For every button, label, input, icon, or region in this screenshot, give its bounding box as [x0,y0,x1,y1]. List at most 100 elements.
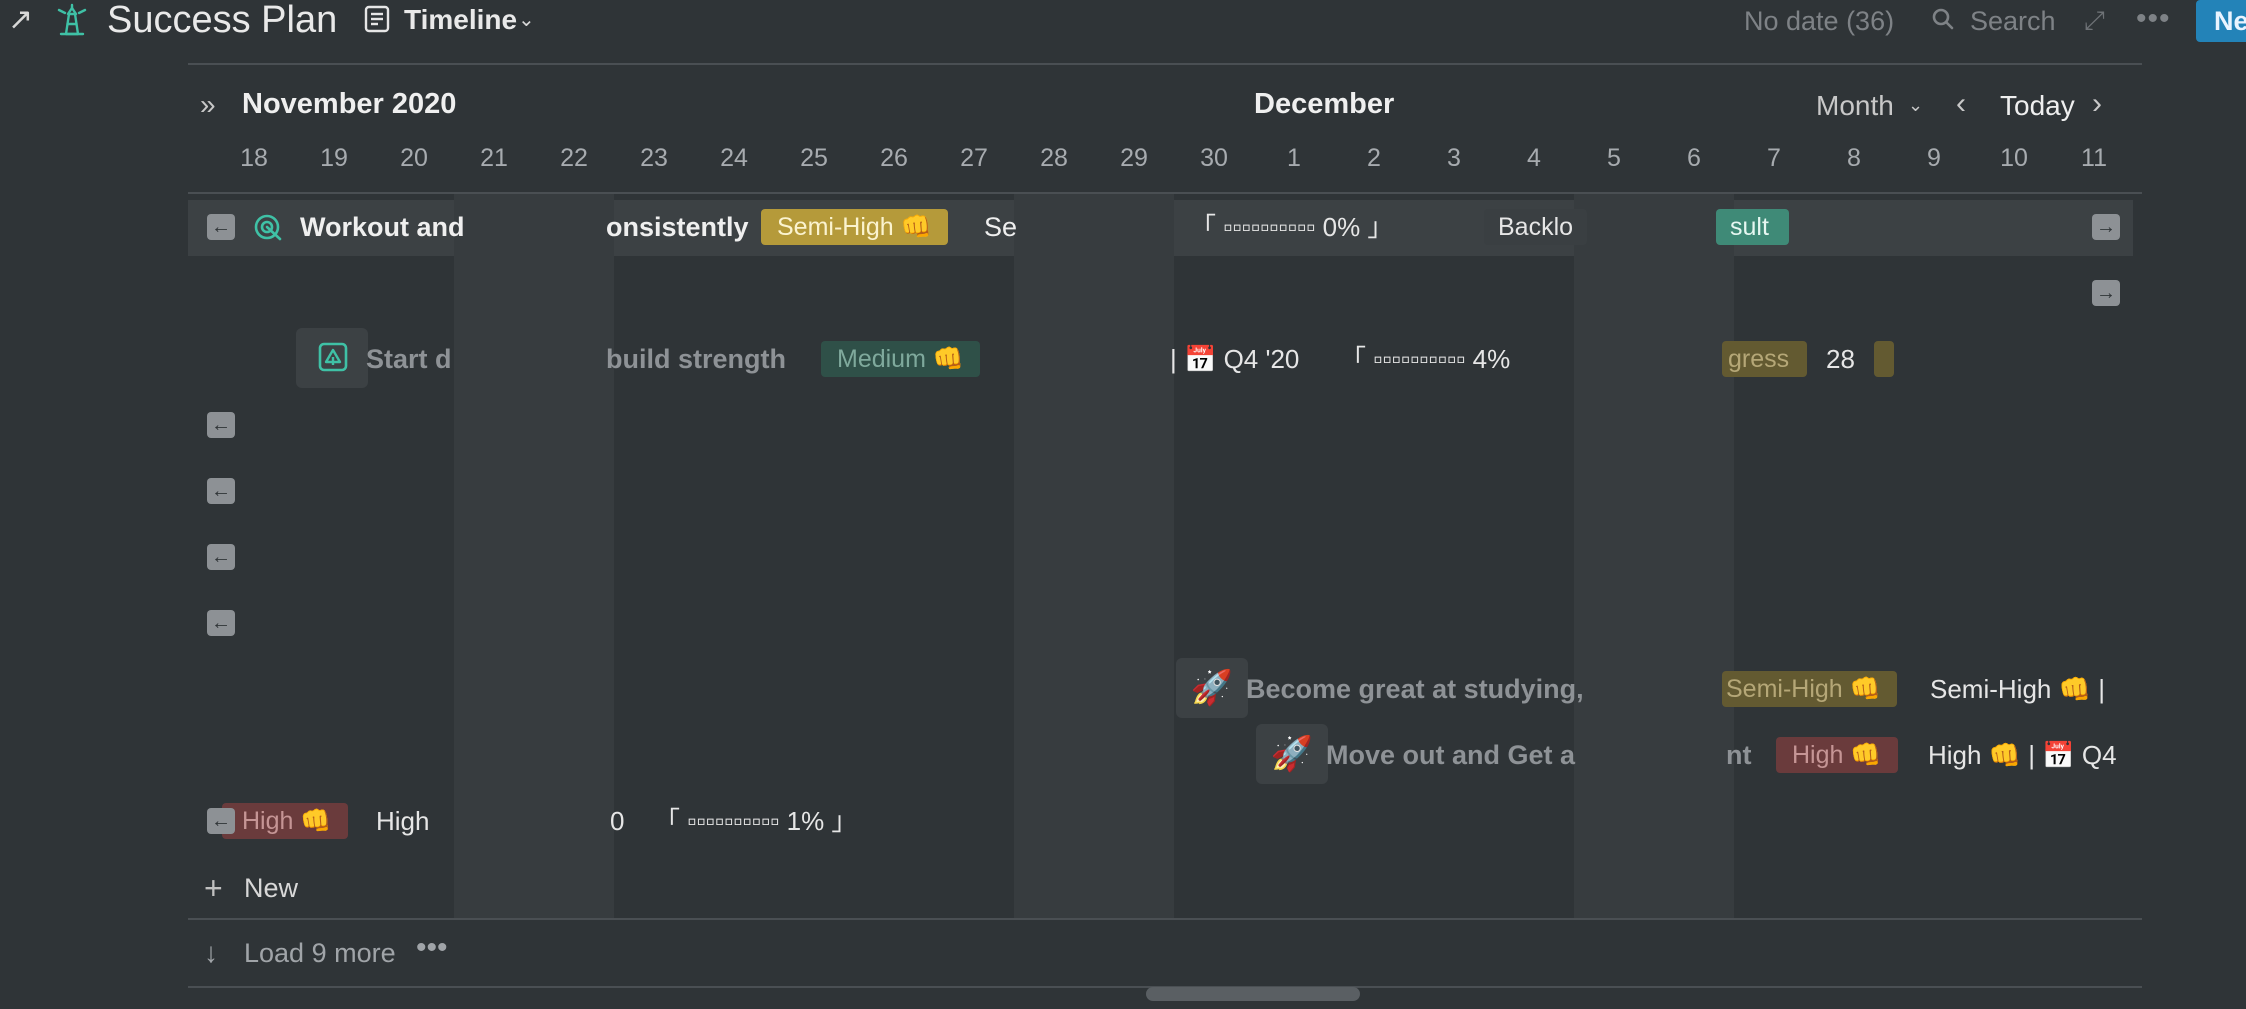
day-label: 18 [240,144,268,172]
day-label: 30 [1200,144,1228,172]
day-label: 27 [960,144,988,172]
priority-text: Se [984,212,1018,242]
result-tag: sult [1716,209,1789,245]
rocket-icon: 🚀 [1190,669,1234,707]
chevron-left-icon[interactable]: ‹ [1956,86,1966,122]
lighthouse-icon [55,2,89,38]
no-date-button[interactable]: No date (36) [1744,2,1894,40]
day-label: 10 [2000,144,2028,172]
day-label: 8 [1847,144,1861,172]
scroll-to-item-right-button[interactable]: → [2092,280,2120,306]
scroll-to-item-left-button[interactable]: ← [207,610,235,636]
priority-tag: Medium 👊 [821,341,981,377]
item-title[interactable]: Workout and [300,210,465,244]
item-icon-box[interactable]: 🚀 [1176,658,1248,718]
day-label: 29 [1120,144,1148,172]
next-month-label: December [1254,88,1395,120]
day-label: 3 [1447,144,1461,172]
priority-tag: Semi-High 👊 [1722,671,1897,707]
day-label: 19 [320,144,348,172]
day-label: 5 [1607,144,1621,172]
item-icon-box[interactable] [296,328,368,388]
expand-icon[interactable]: ⤢ [2084,4,2105,36]
quarter-text: | 📅 Q4 '20 [1170,344,1300,374]
day-label: 7 [1767,144,1781,172]
progress-bar-text: 「 ▫▫▫▫▫▫▫▫▫▫ 1% 」 [654,806,858,836]
day-label: 2 [1367,144,1381,172]
progress-bar-text: 「 ▫▫▫▫▫▫▫▫▫▫ 0% 」 [1190,212,1394,242]
status-tag: gress [1722,341,1808,377]
priority-text: High [376,806,430,836]
footer-divider [188,918,2142,920]
fist-icon: 👊 [932,345,965,373]
day-label: 20 [400,144,428,172]
item-title-continued[interactable]: nt [1726,738,1751,772]
day-label: 23 [640,144,668,172]
scroll-to-item-left-button[interactable]: ← [207,478,235,504]
fist-icon: 👊 [300,807,332,835]
arrow-down-icon[interactable]: ↓ [204,935,218,971]
header-divider [188,63,2142,65]
fist-icon: 👊 [1850,741,1882,769]
fist-icon: 👊 [1849,675,1881,703]
new-row-button[interactable]: New [244,870,298,906]
today-button[interactable]: Today [2000,88,2075,124]
page-title: Success Plan [107,0,338,41]
item-title[interactable]: Move out and Get a [1326,738,1575,772]
load-more-button[interactable]: Load 9 more [244,935,396,971]
view-selector[interactable]: Timeline [404,0,517,40]
weekend-column [1014,194,1174,918]
progress-bar-text: 「 ▫▫▫▫▫▫▫▫▫▫ 4% [1340,344,1511,374]
scroll-to-item-left-button[interactable]: ← [207,412,235,438]
priority-text: Semi-High 👊 | [1930,674,2105,704]
chevron-right-icon[interactable]: › [2092,86,2102,122]
current-month-label: November 2020 [242,88,457,120]
day-label: 25 [800,144,828,172]
item-title[interactable]: Start d [366,342,452,376]
search-icon[interactable] [1930,6,1956,32]
timeline-view-icon[interactable] [363,4,391,34]
scroll-to-item-left-button[interactable]: ← [207,544,235,570]
day-label: 11 [2081,144,2107,172]
day-label: 4 [1527,144,1541,172]
priority-tag: Semi-High 👊 [761,209,948,245]
priority-text: High 👊 | 📅 Q4 [1928,740,2117,770]
scroll-to-item-left-button[interactable]: ← [207,808,235,834]
day-label: 9 [1927,144,1941,172]
day-label: 24 [720,144,748,172]
day-label: 26 [880,144,908,172]
chevron-down-icon[interactable]: ⌄ [518,6,535,34]
horizontal-scrollbar[interactable] [1146,987,1360,1001]
partial-text: 0 [610,806,625,836]
status-tag: Backlo [1484,209,1588,245]
timescale-selector[interactable]: Month [1816,88,1894,124]
weekend-column [454,194,614,918]
scroll-to-item-left-button[interactable]: ← [207,214,235,240]
chevron-down-icon[interactable]: ⌄ [1908,90,1923,120]
count-text: 28 [1826,344,1855,374]
open-as-page-icon[interactable]: ↗ [8,2,38,38]
day-label: 22 [560,144,588,172]
more-options-icon[interactable]: ••• [416,930,448,966]
day-label: 6 [1687,144,1701,172]
more-options-icon[interactable]: ••• [2136,0,2171,38]
item-icon-box[interactable]: 🚀 [1256,724,1328,784]
collapse-sidebar-icon[interactable]: » [200,88,216,122]
scroll-to-item-right-button[interactable]: → [2092,214,2120,240]
weekend-column [1574,194,1734,918]
priority-tag: High 👊 [1776,737,1898,773]
target-icon [252,210,284,244]
day-label: 21 [480,144,508,172]
item-title-continued[interactable]: build strength [606,342,786,376]
plus-icon[interactable]: + [204,870,223,906]
day-label: 1 [1287,144,1301,172]
item-title[interactable]: Become great at studying, [1246,672,1584,706]
day-label: 28 [1040,144,1068,172]
new-button[interactable]: New [2196,0,2246,42]
priority-tag: High 👊 [222,803,348,839]
rocket-icon: 🚀 [1270,735,1314,773]
search-button[interactable]: Search [1970,2,2056,40]
item-title-continued[interactable]: onsistently [606,210,749,244]
fist-icon: 👊 [900,213,932,241]
partial-tag [1874,341,1894,377]
